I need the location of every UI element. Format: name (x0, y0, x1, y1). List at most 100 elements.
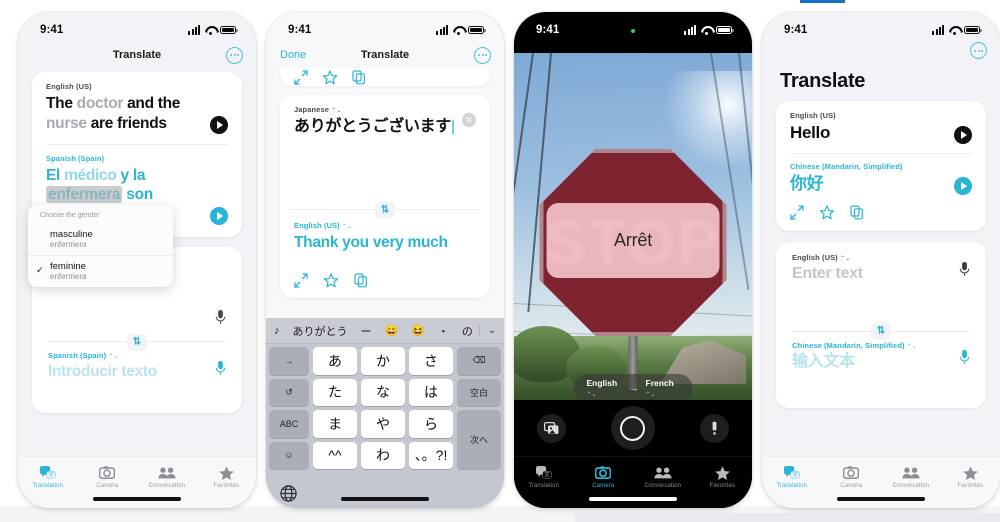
play-target-audio-button[interactable] (210, 207, 228, 226)
target-text: Thank you very much (294, 234, 448, 252)
more-options-icon[interactable] (226, 46, 243, 64)
suggestion-0[interactable]: ♪ (274, 325, 280, 337)
source-microphone-icon[interactable] (959, 261, 970, 277)
conversation-icon (902, 465, 920, 480)
key-ma[interactable]: ま (313, 410, 357, 438)
tab-favorites[interactable]: Favorites (693, 465, 753, 489)
tab-translation[interactable]: 文 Translation (514, 465, 574, 489)
phone-2-japanese-keyboard: 9:41 Done Translate Japanese ⌃⌄ ありがとうござい… (266, 12, 504, 508)
gender-highlight[interactable]: enfermera (46, 186, 123, 204)
swap-languages-button[interactable]: ⇅ (127, 333, 147, 351)
key-next[interactable]: 次へ (457, 410, 501, 469)
globe-icon[interactable] (280, 484, 297, 502)
gender-option-feminine[interactable]: ✓ feminine enfermera (28, 255, 173, 287)
key-na[interactable]: な (361, 378, 405, 406)
key-space[interactable]: 空白 (457, 378, 501, 406)
star-icon[interactable] (324, 273, 338, 288)
status-time: 9:41 (40, 24, 64, 36)
translation-overlay[interactable]: Arrêt (546, 203, 720, 279)
bottom-language-label[interactable]: Spanish (Spain) ⌃⌄ (48, 351, 209, 360)
shutter-button[interactable] (610, 406, 655, 450)
key-ha[interactable]: は (409, 378, 453, 406)
play-source-audio-button[interactable] (954, 125, 972, 144)
tab-label: Conversation (644, 483, 682, 489)
tab-conversation[interactable]: Conversation (633, 465, 693, 489)
flashlight-button[interactable] (700, 413, 730, 443)
translation-icon: 文 (535, 465, 552, 480)
key-sa[interactable]: さ (409, 347, 453, 375)
suggestion-6[interactable]: の (462, 323, 473, 339)
suggestion-4[interactable]: 😆 (411, 324, 425, 337)
swap-languages-button[interactable]: ⇅ (871, 322, 891, 340)
bottom-placeholder[interactable]: Introducir texto (48, 362, 209, 382)
expand-icon[interactable] (294, 273, 308, 288)
tab-label: Conversation (148, 483, 186, 489)
expand-icon[interactable] (790, 204, 804, 220)
key-a[interactable]: あ (313, 347, 357, 375)
key-kaomoji[interactable]: ^^ (313, 441, 357, 469)
suggestion-1[interactable]: ありがとう (293, 323, 348, 339)
star-icon[interactable] (323, 69, 337, 85)
input-source-language-label[interactable]: English (US) ⌃⌄ (792, 253, 953, 262)
gender-option-title: masculine (50, 229, 93, 240)
more-options-icon[interactable] (970, 42, 987, 59)
play-source-audio-button[interactable] (210, 115, 228, 134)
copy-icon[interactable] (850, 204, 864, 220)
photo-library-button[interactable] (536, 413, 566, 443)
copy-icon[interactable] (352, 69, 366, 85)
key-punctuation[interactable]: 、。?! (409, 441, 453, 469)
key-emoji[interactable]: ☺ (269, 441, 309, 469)
tab-conversation[interactable]: Conversation (881, 465, 941, 489)
tab-conversation[interactable]: Conversation (137, 465, 197, 489)
key-ra[interactable]: ら (409, 410, 453, 438)
key-ka[interactable]: か (361, 347, 405, 375)
top-edge-artifact (800, 0, 845, 3)
more-options-icon[interactable] (474, 46, 491, 64)
tab-camera[interactable]: Camera (574, 465, 634, 489)
language-selector-pill[interactable]: English ⌃⌄ → French ⌃⌄ (573, 374, 693, 402)
chevron-down-icon[interactable]: ⌄ (478, 325, 496, 336)
input-target-language-label[interactable]: Chinese (Mandarin, Simplified) ⌃⌄ (792, 341, 953, 350)
camera-target-language[interactable]: French ⌃⌄ (646, 378, 680, 398)
input-source-placeholder[interactable]: Enter text (792, 264, 953, 284)
tab-camera[interactable]: Camera (78, 465, 138, 489)
target-microphone-icon[interactable] (959, 349, 970, 365)
tab-translation[interactable]: 文 Translation (18, 465, 78, 489)
key-backspace[interactable]: ⌫ (457, 347, 501, 375)
target-language-label[interactable]: English (US) ⌃⌄ (294, 221, 476, 230)
suggestion-2[interactable]: ー (361, 323, 372, 339)
input-target-placeholder[interactable]: 输入文本 (792, 352, 953, 372)
tab-favorites[interactable]: Favorites (941, 465, 1000, 489)
camera-viewfinder[interactable]: STOP Arrêt English ⌃⌄ → French ⌃⌄ (514, 53, 752, 412)
clear-text-button[interactable]: ✕ (462, 113, 476, 127)
keyboard-bottom-row (266, 473, 504, 508)
chevron-updown-icon: ⌃⌄ (906, 343, 918, 350)
star-icon[interactable] (820, 204, 834, 220)
gender-option-masculine[interactable]: masculine enfermero (28, 224, 173, 255)
key-ta[interactable]: た (313, 378, 357, 406)
target-language-label: Spanish (Spain) (46, 153, 105, 163)
camera-source-language[interactable]: English ⌃⌄ (587, 378, 623, 398)
key-undo[interactable]: ↺ (269, 378, 309, 406)
key-ya[interactable]: や (361, 410, 405, 438)
suggestion-3[interactable]: 😄 (385, 324, 399, 337)
source-text-input[interactable]: ありがとうございます| (294, 117, 456, 137)
target-microphone-icon[interactable] (215, 360, 226, 376)
suggestion-5[interactable]: ・ (438, 323, 449, 339)
source-microphone-icon[interactable] (215, 309, 226, 325)
tab-camera[interactable]: Camera (822, 465, 882, 489)
done-button[interactable]: Done (280, 49, 306, 61)
copy-icon[interactable] (354, 273, 368, 288)
key-wa[interactable]: わ (361, 441, 405, 469)
source-language-label[interactable]: Japanese ⌃⌄ (294, 105, 456, 114)
swap-languages-button[interactable]: ⇅ (375, 201, 395, 219)
nav-bar: Done Translate (266, 42, 504, 68)
tab-favorites[interactable]: Favorites (197, 465, 257, 489)
key-arrow-right[interactable]: → (269, 347, 309, 375)
translation-result-card: English (US) Hello Chinese (Mandarin, Si… (776, 101, 986, 231)
status-icons (684, 25, 734, 35)
tab-translation[interactable]: 文 Translation (762, 465, 822, 489)
expand-icon[interactable] (294, 69, 308, 85)
key-abc[interactable]: ABC (269, 410, 309, 438)
play-target-audio-button[interactable] (954, 176, 972, 195)
